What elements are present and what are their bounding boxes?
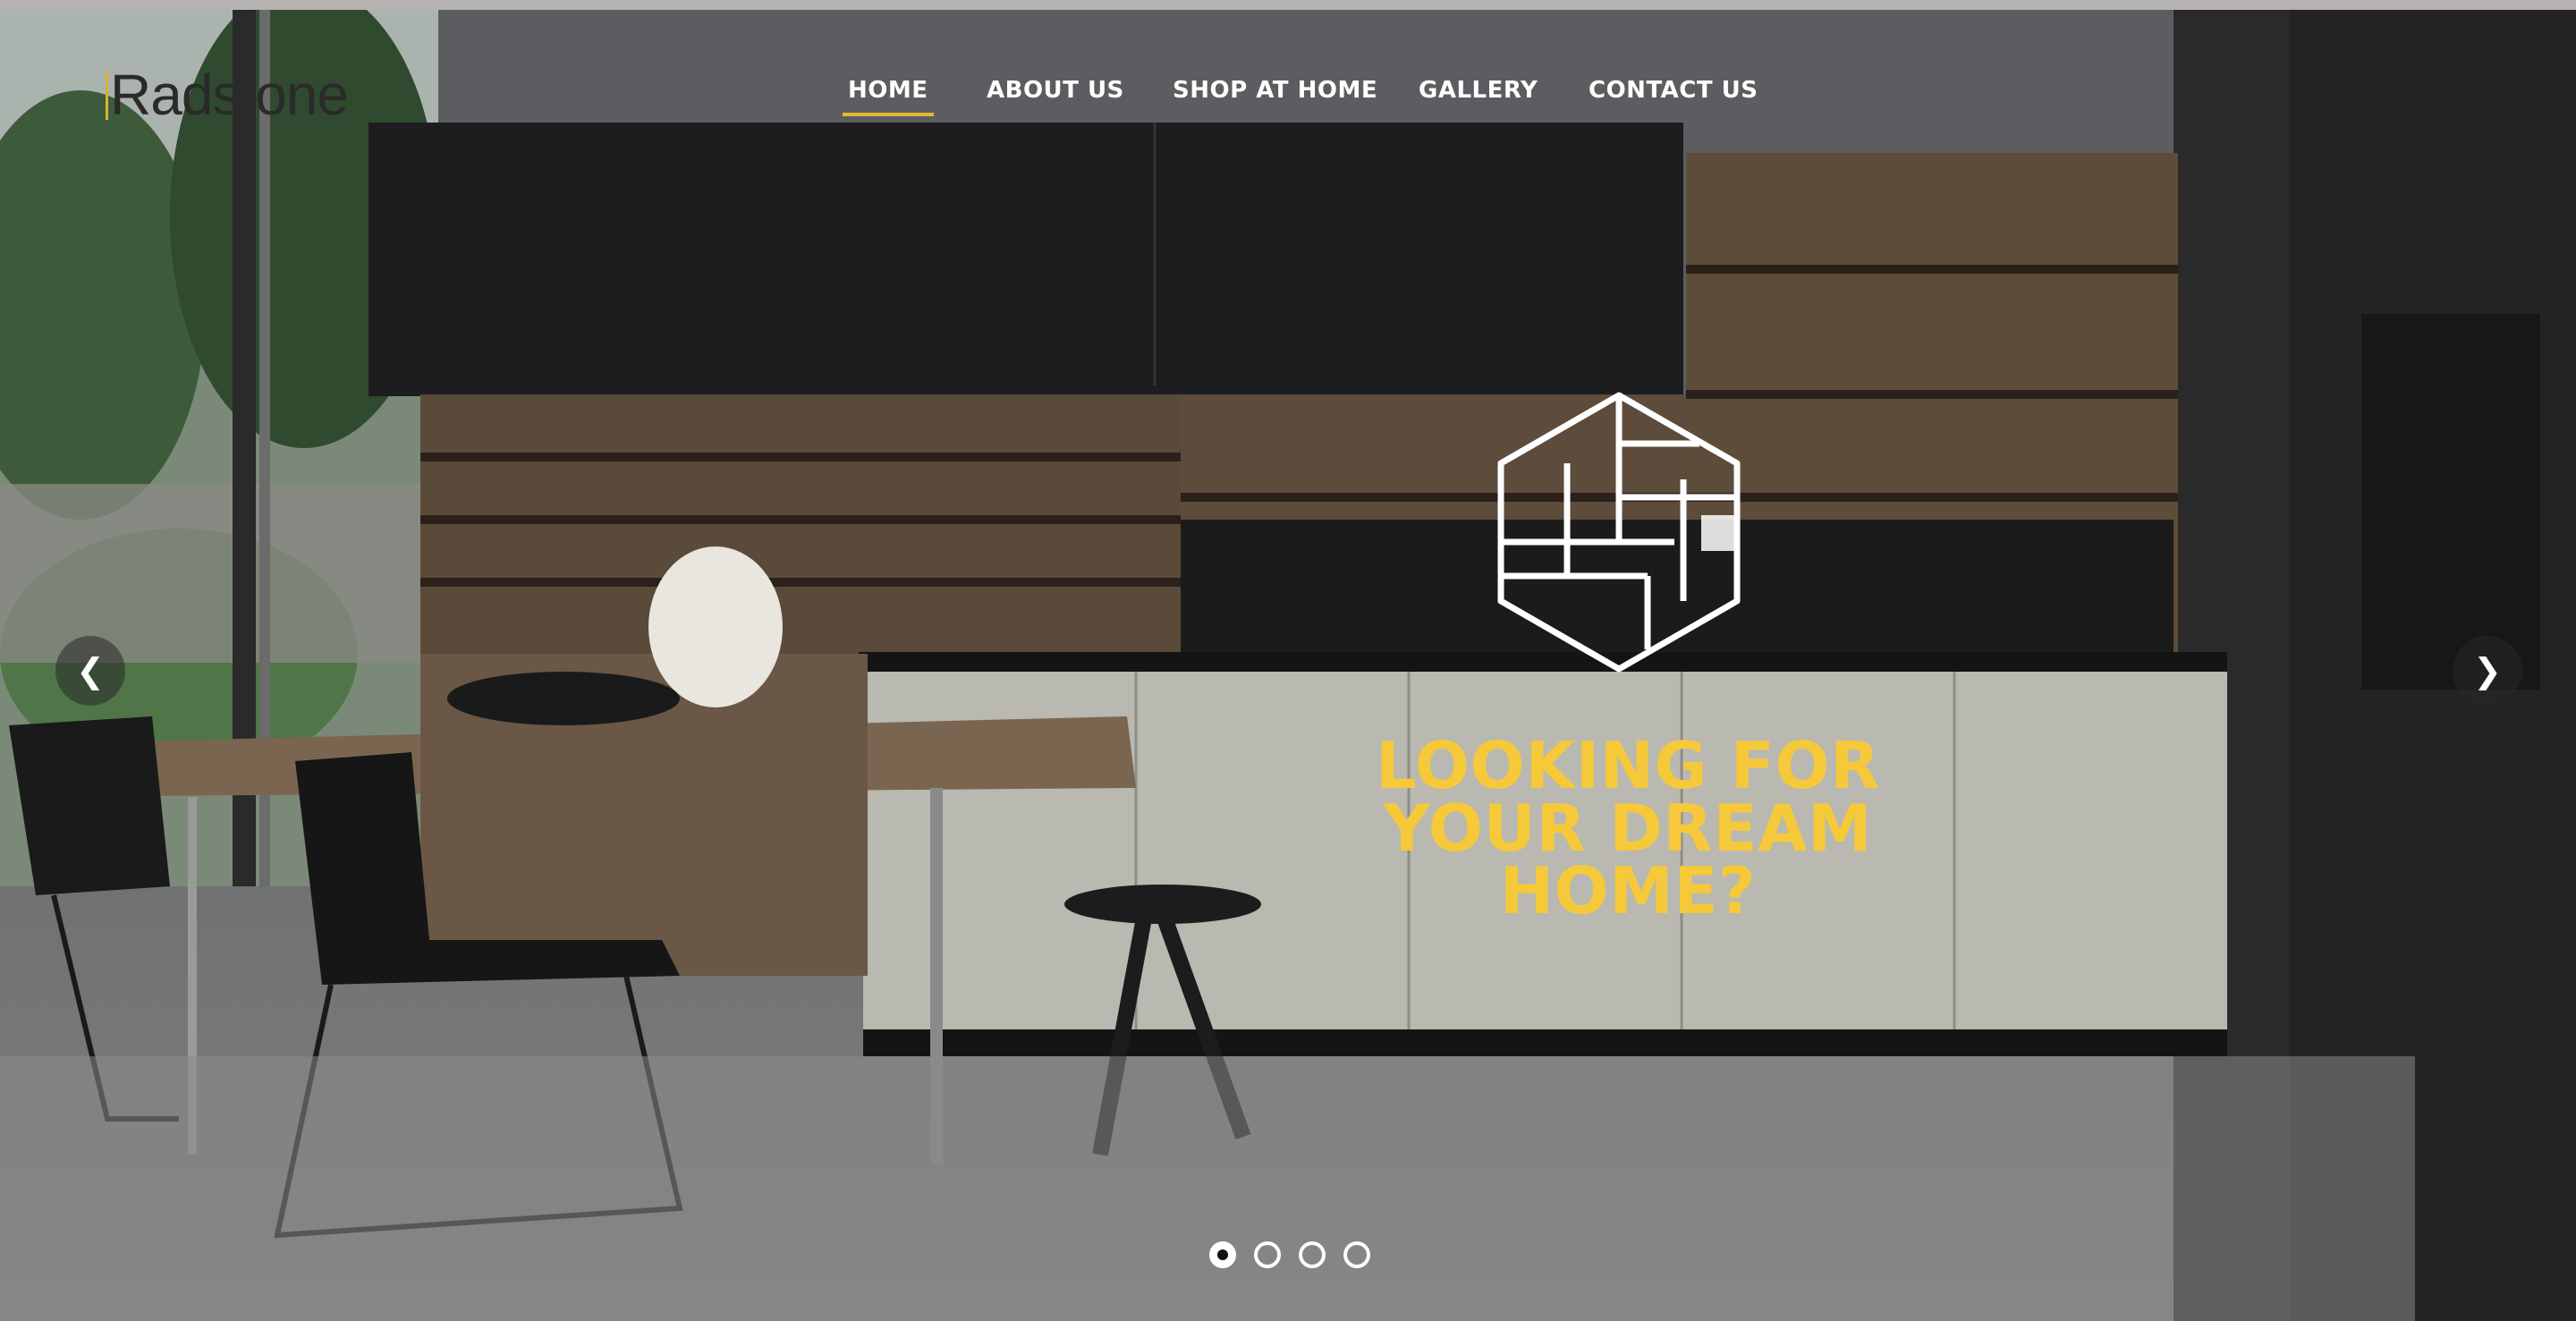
slider-next-button[interactable]: ❯: [2453, 636, 2522, 706]
slide-dot-1[interactable]: [1209, 1241, 1236, 1268]
main-nav: HOME ABOUT US SHOP AT HOME GALLERY CONTA…: [0, 72, 2576, 126]
headline-line-3: HOME?: [1499, 853, 1757, 928]
slide-dot-2[interactable]: [1254, 1241, 1282, 1268]
headline-line-2: YOUR DREAM: [1383, 791, 1873, 866]
chevron-left-icon: ❮: [76, 651, 105, 690]
hero-background-image: [0, 10, 2576, 1321]
slider-pagination: [1209, 1241, 1384, 1277]
nav-about-us[interactable]: ABOUT US: [987, 72, 1124, 108]
slide-dot-4[interactable]: [1343, 1241, 1371, 1268]
hero-slider: Radstone HOME ABOUT US SHOP AT HOME GALL…: [0, 10, 2576, 1321]
nav-gallery[interactable]: GALLERY: [1419, 72, 1538, 108]
nav-contact-us[interactable]: CONTACT US: [1589, 72, 1758, 108]
hero-headline: LOOKING FOR YOUR DREAM HOME?: [1360, 728, 1896, 928]
slider-prev-button[interactable]: ❮: [55, 636, 125, 706]
headline-line-1: LOOKING FOR: [1375, 728, 1881, 803]
cube-emblem-icon: [1497, 392, 1741, 673]
nav-home[interactable]: HOME: [843, 72, 933, 116]
nav-shop-at-home[interactable]: SHOP AT HOME: [1173, 72, 1377, 108]
slide-dot-3[interactable]: [1299, 1241, 1326, 1268]
chevron-right-icon: ❯: [2473, 651, 2502, 690]
browser-top-strip: [0, 0, 2576, 10]
